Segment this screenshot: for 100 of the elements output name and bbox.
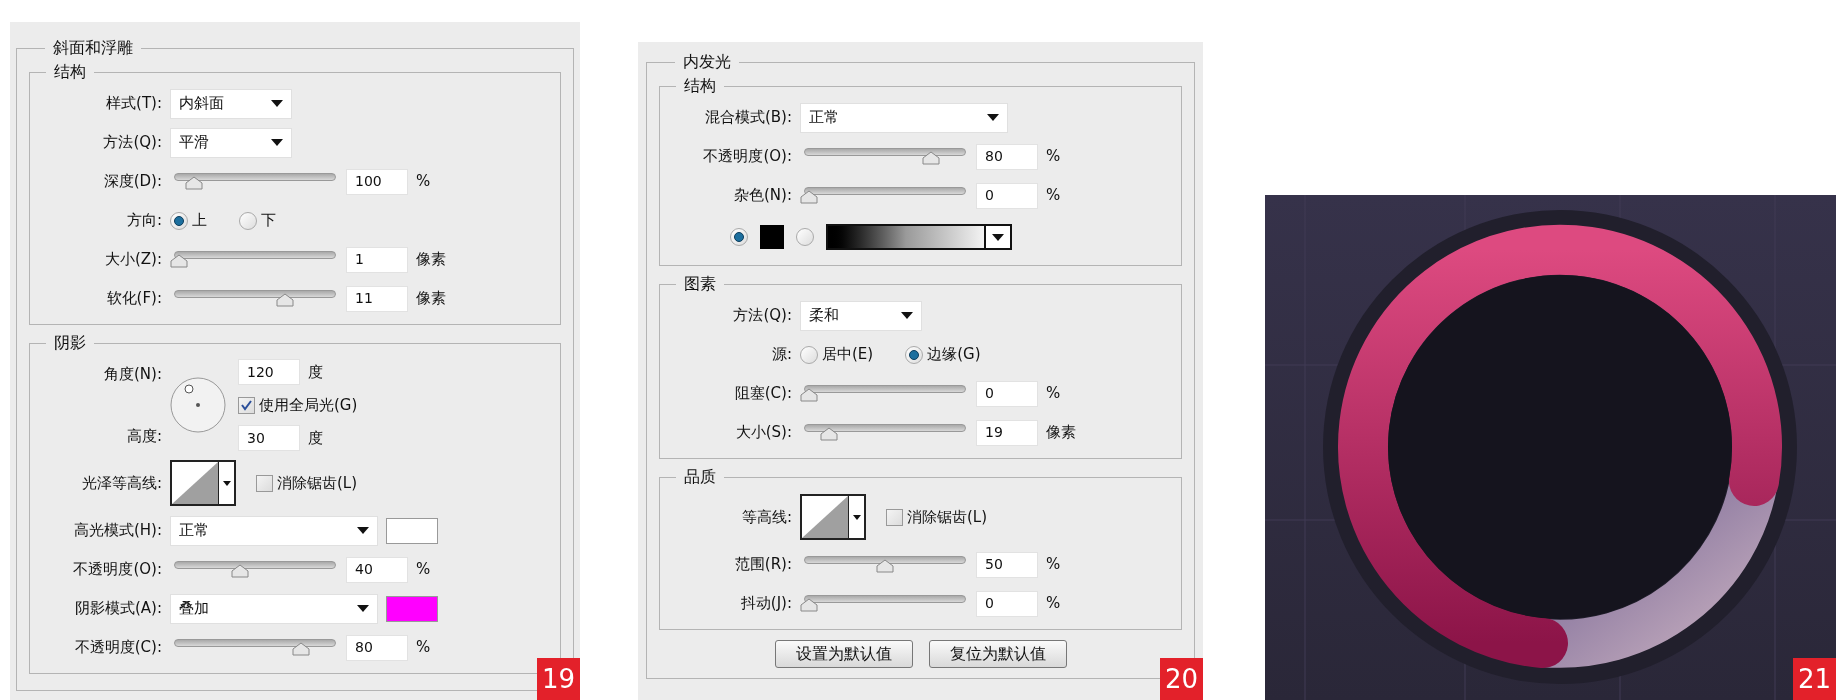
radio-button[interactable]: [239, 211, 257, 230]
mode-dropdown[interactable]: 正常: [170, 515, 378, 546]
caret-icon: [852, 514, 861, 520]
checkmark-icon: [241, 399, 252, 411]
section-title: 结构: [54, 62, 86, 81]
figure-number: 20: [1159, 658, 1203, 700]
checkbox[interactable]: [238, 396, 255, 414]
gradient-picker[interactable]: [826, 224, 1012, 250]
field-label: 光泽等高线:: [81, 472, 162, 494]
unit-label: %: [416, 171, 431, 193]
slider-thumb[interactable]: [230, 563, 249, 578]
contour-curve-icon: [802, 496, 848, 538]
slider-thumb[interactable]: [800, 387, 818, 402]
field-label: 高光模式(H):: [73, 520, 162, 542]
contour-picker[interactable]: [800, 494, 866, 540]
radio-button[interactable]: [730, 228, 748, 246]
radio-label: 下: [261, 210, 276, 232]
field-label: 不透明度(C):: [74, 637, 162, 659]
value-field[interactable]: 0: [976, 380, 1038, 407]
field-label: 角度(N):: [104, 364, 162, 385]
mode-dropdown[interactable]: 叠加: [170, 593, 378, 624]
field-label: 阻塞(C):: [734, 383, 792, 405]
value-field[interactable]: 40: [346, 556, 408, 583]
mode-dropdown[interactable]: 柔和: [800, 300, 922, 331]
figure-number: 19: [536, 658, 580, 700]
slider-thumb[interactable]: [819, 426, 838, 441]
figure-number: 21: [1792, 658, 1836, 700]
value-field[interactable]: 120: [238, 359, 300, 385]
unit-label: 像素: [1046, 422, 1076, 444]
slider-thumb[interactable]: [291, 641, 310, 656]
color-swatch[interactable]: [386, 595, 438, 622]
field-label: 方向:: [126, 210, 162, 232]
slider-thumb[interactable]: [800, 597, 818, 612]
slider-thumb[interactable]: [921, 150, 940, 165]
slider-thumb[interactable]: [170, 253, 188, 268]
field-label: 杂色(N):: [734, 185, 792, 207]
slider-thumb[interactable]: [876, 558, 894, 573]
checkbox-label: 使用全局光(G): [259, 394, 358, 416]
unit-label: %: [1046, 146, 1061, 168]
caret-icon: [992, 233, 1004, 241]
caret-icon: [901, 312, 913, 319]
checkbox[interactable]: [256, 474, 273, 492]
mode-dropdown[interactable]: 内斜面: [170, 88, 292, 119]
caret-icon: [271, 100, 283, 107]
value-field[interactable]: 30: [238, 425, 300, 451]
field-label: 不透明度(O):: [703, 146, 792, 168]
group-title: 斜面和浮雕: [53, 38, 133, 57]
field-label: 深度(D):: [103, 171, 162, 193]
unit-label: %: [1046, 383, 1061, 405]
value-field[interactable]: 11: [346, 285, 408, 312]
value-field[interactable]: 1: [346, 246, 408, 273]
radio-label: 边缘(G): [927, 344, 981, 366]
section-title: 结构: [684, 76, 716, 95]
caret-icon: [987, 114, 999, 121]
caret-icon: [222, 480, 231, 486]
unit-label: %: [416, 637, 431, 659]
value-field[interactable]: 50: [976, 551, 1038, 578]
field-label: 不透明度(O):: [73, 559, 162, 581]
field-label: 阴影模式(A):: [74, 598, 162, 620]
section-title: 图素: [684, 274, 716, 293]
field-label: 等高线:: [741, 506, 792, 528]
unit-label: 度: [308, 427, 323, 449]
checkbox[interactable]: [886, 508, 903, 526]
field-label: 软化(F):: [106, 288, 162, 310]
value-field[interactable]: 80: [976, 143, 1038, 170]
value-field[interactable]: 0: [976, 590, 1038, 617]
slider-thumb[interactable]: [185, 175, 204, 190]
slider-thumb[interactable]: [800, 189, 818, 204]
radio-button[interactable]: [796, 228, 814, 246]
unit-label: %: [1046, 185, 1061, 207]
angle-dial[interactable]: [170, 377, 226, 433]
value-field[interactable]: 19: [976, 419, 1038, 446]
radio-button[interactable]: [905, 345, 924, 364]
contour-curve-icon: [172, 462, 218, 504]
unit-label: 像素: [416, 288, 446, 310]
mode-dropdown[interactable]: 正常: [800, 102, 1008, 133]
value-field[interactable]: 100: [346, 168, 408, 195]
value-field[interactable]: 80: [346, 634, 408, 661]
section-title: 阴影: [54, 333, 86, 352]
field-label: 高度:: [126, 425, 162, 447]
value-field[interactable]: 0: [976, 182, 1038, 209]
color-swatch[interactable]: [386, 517, 438, 544]
default-button[interactable]: 复位为默认值: [928, 640, 1067, 668]
unit-label: 像素: [416, 249, 446, 271]
slider-thumb[interactable]: [276, 292, 295, 307]
checkbox-label: 消除锯齿(L): [907, 506, 988, 528]
radio-button[interactable]: [800, 345, 818, 364]
color-swatch[interactable]: [760, 225, 784, 249]
field-label: 方法(Q):: [733, 305, 792, 327]
caret-icon: [271, 139, 283, 146]
field-label: 抖动(J):: [740, 593, 792, 615]
unit-label: 度: [308, 361, 323, 383]
caret-icon: [357, 527, 369, 534]
field-label: 大小(S):: [735, 422, 792, 444]
radio-button[interactable]: [170, 211, 188, 230]
field-label: 范围(R):: [734, 554, 792, 576]
mode-dropdown[interactable]: 平滑: [170, 127, 292, 158]
default-button[interactable]: 设置为默认值: [774, 640, 913, 668]
field-label: 源:: [771, 344, 792, 366]
contour-picker[interactable]: [170, 460, 236, 506]
